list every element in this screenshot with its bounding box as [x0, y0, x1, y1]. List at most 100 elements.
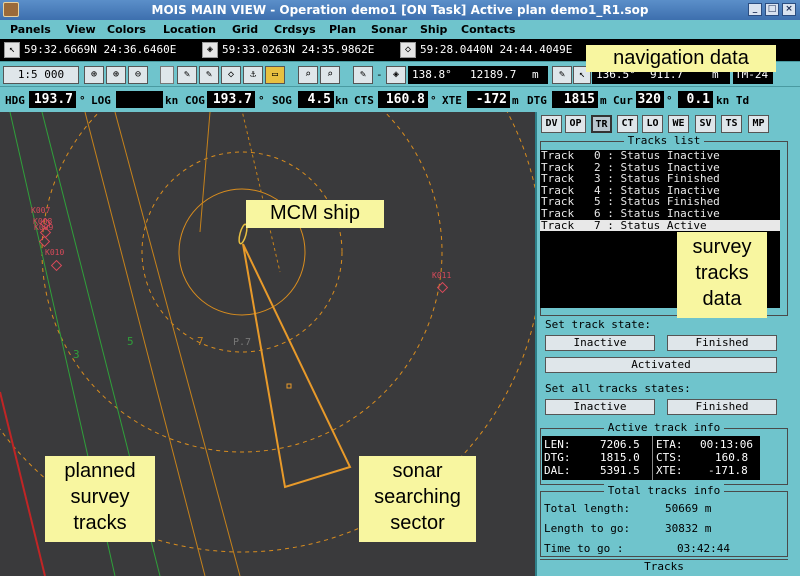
dal-value: 5391.5	[600, 464, 640, 477]
len-value: 7206.5	[600, 438, 640, 451]
all-finished-button[interactable]: Finished	[667, 399, 777, 415]
tab-tr[interactable]: TR	[591, 115, 612, 133]
tab-dv[interactable]: DV	[541, 115, 562, 133]
track-row[interactable]: Track 6 : Status Inactive	[540, 208, 780, 220]
measure-icon[interactable]: ⌕	[320, 66, 340, 84]
dtg-unit: m	[600, 94, 607, 107]
track-label-3: 3	[73, 348, 80, 361]
cur-label: Cur	[613, 94, 633, 107]
anchor-icon[interactable]: ⚓	[243, 66, 263, 84]
menu-view[interactable]: View	[66, 23, 96, 36]
cursor-arrow-icon[interactable]: ↖	[4, 42, 20, 58]
xte-value: -172	[467, 91, 510, 108]
cts-info-label: CTS:	[656, 451, 683, 464]
pen-icon[interactable]: ✎	[177, 66, 197, 84]
zoom-fit-icon[interactable]: ⊕	[84, 66, 104, 84]
track-row[interactable]: Track 0 : Status Inactive	[540, 150, 780, 162]
track-line-heading	[199, 112, 211, 233]
magnifier-icon[interactable]: ⌕	[298, 66, 318, 84]
distance1-unit: m	[532, 68, 539, 81]
tab-mp[interactable]: MP	[748, 115, 769, 133]
xte-unit: m	[512, 94, 519, 107]
tab-ct[interactable]: CT	[617, 115, 638, 133]
cts-value: 160.8	[378, 91, 428, 108]
contact-label-k009: K009	[34, 223, 53, 232]
hdg-label: HDG	[5, 94, 25, 107]
ship-position-icon[interactable]: ◈	[202, 42, 218, 58]
hdg-value: 193.7	[29, 91, 76, 108]
pen-alt-icon[interactable]: ✎	[199, 66, 219, 84]
waypoint-position-icon[interactable]: ◇	[400, 42, 416, 58]
cts-unit: °	[430, 94, 437, 107]
waypoint-icon[interactable]: ◇	[221, 66, 241, 84]
active-track-info-title: Active track info	[603, 421, 725, 434]
track-label-5: 5	[127, 335, 134, 348]
active-track-info-box: LEN: 7206.5 DTG: 1815.0 DAL: 5391.5 ETA:…	[542, 436, 760, 480]
dtg-info-label: DTG:	[544, 451, 571, 464]
tab-op[interactable]: OP	[565, 115, 586, 133]
all-inactive-button[interactable]: Inactive	[545, 399, 655, 415]
callout-survey-line2: tracks	[695, 262, 749, 284]
dtg-value: 1815	[552, 91, 598, 108]
track-inactive-button[interactable]: Inactive	[545, 335, 655, 351]
callout-planned-line2: survey	[70, 486, 130, 508]
tracks-footer-tab[interactable]: Tracks	[540, 559, 788, 574]
toggle-checkbox[interactable]	[160, 66, 174, 84]
window-titlebar: MOIS MAIN VIEW - Operation demo1 [ON Tas…	[0, 0, 800, 20]
menu-sonar[interactable]: Sonar	[371, 23, 407, 36]
xte-info-value: -171.8	[708, 464, 748, 477]
cog-unit: °	[258, 94, 265, 107]
menu-crdsys[interactable]: Crdsys	[274, 23, 316, 36]
sog-value: 4.5	[298, 91, 334, 108]
range-ring-2	[41, 112, 443, 453]
close-icon[interactable]: ×	[782, 3, 796, 16]
minimize-icon[interactable]: _	[748, 3, 762, 16]
track-row-selected[interactable]: Track 7 : Status Active	[540, 219, 780, 232]
track-label-7: 7	[197, 335, 204, 348]
callout-sonar-line3: sector	[390, 512, 445, 534]
track-finished-button[interactable]: Finished	[667, 335, 777, 351]
tab-we[interactable]: WE	[668, 115, 689, 133]
ruler-icon[interactable]: ✎	[353, 66, 373, 84]
length-to-go-value: 30832 m	[665, 522, 712, 535]
callout-survey-line3: data	[702, 288, 742, 310]
time-to-go-value: 03:42:44	[677, 542, 730, 555]
callout-planned-line1: planned	[64, 460, 136, 482]
cog-label: COG	[185, 94, 205, 107]
menu-colors[interactable]: Colors	[107, 23, 146, 36]
callout-sonar-line2: searching	[374, 486, 461, 508]
zoom-out-icon[interactable]: ⊖	[128, 66, 148, 84]
tab-ts[interactable]: TS	[721, 115, 742, 133]
distance1-value: 12189.7	[470, 68, 517, 81]
cog-value: 193.7	[207, 91, 255, 108]
menu-panels[interactable]: Panels	[10, 23, 51, 36]
target-icon[interactable]: ◈	[386, 66, 406, 84]
sonar-target-marker	[286, 383, 292, 389]
track-activated-button[interactable]: Activated	[545, 357, 777, 373]
cur-speed-unit: kn Td	[716, 94, 750, 107]
ship-icon[interactable]: ▭	[265, 66, 285, 84]
callout-navigation-data: navigation data	[586, 45, 776, 72]
callout-sonar-searching-sector: sonar searching sector	[359, 456, 476, 542]
menu-plan[interactable]: Plan	[329, 23, 356, 36]
menu-grid[interactable]: Grid	[232, 23, 258, 36]
scale-select[interactable]: 1:5 000	[3, 66, 79, 84]
cts-label: CTS	[354, 94, 374, 107]
sog-unit: kn	[335, 94, 349, 107]
menu-contacts[interactable]: Contacts	[461, 23, 515, 36]
zoom-in-icon[interactable]: ⊕	[106, 66, 126, 84]
menu-location[interactable]: Location	[163, 23, 216, 36]
bearing1-value: 138.8°	[412, 68, 452, 81]
ruler-alt-icon[interactable]: ✎	[552, 66, 572, 84]
hdg-unit: °	[79, 94, 86, 107]
callout-survey-tracks-data: survey tracks data	[677, 232, 767, 318]
contact-label-k011: K011	[432, 271, 451, 280]
menu-ship[interactable]: Ship	[420, 23, 447, 36]
tab-sv[interactable]: SV	[695, 115, 716, 133]
contact-marker-k007[interactable]	[38, 235, 51, 248]
log-label: LOG	[91, 94, 111, 107]
maximize-icon[interactable]: □	[765, 3, 779, 16]
contact-marker-k010[interactable]	[50, 259, 63, 272]
tab-lo[interactable]: LO	[642, 115, 663, 133]
waypoint-position: 59:28.0440N 24:44.4049E	[420, 43, 573, 56]
